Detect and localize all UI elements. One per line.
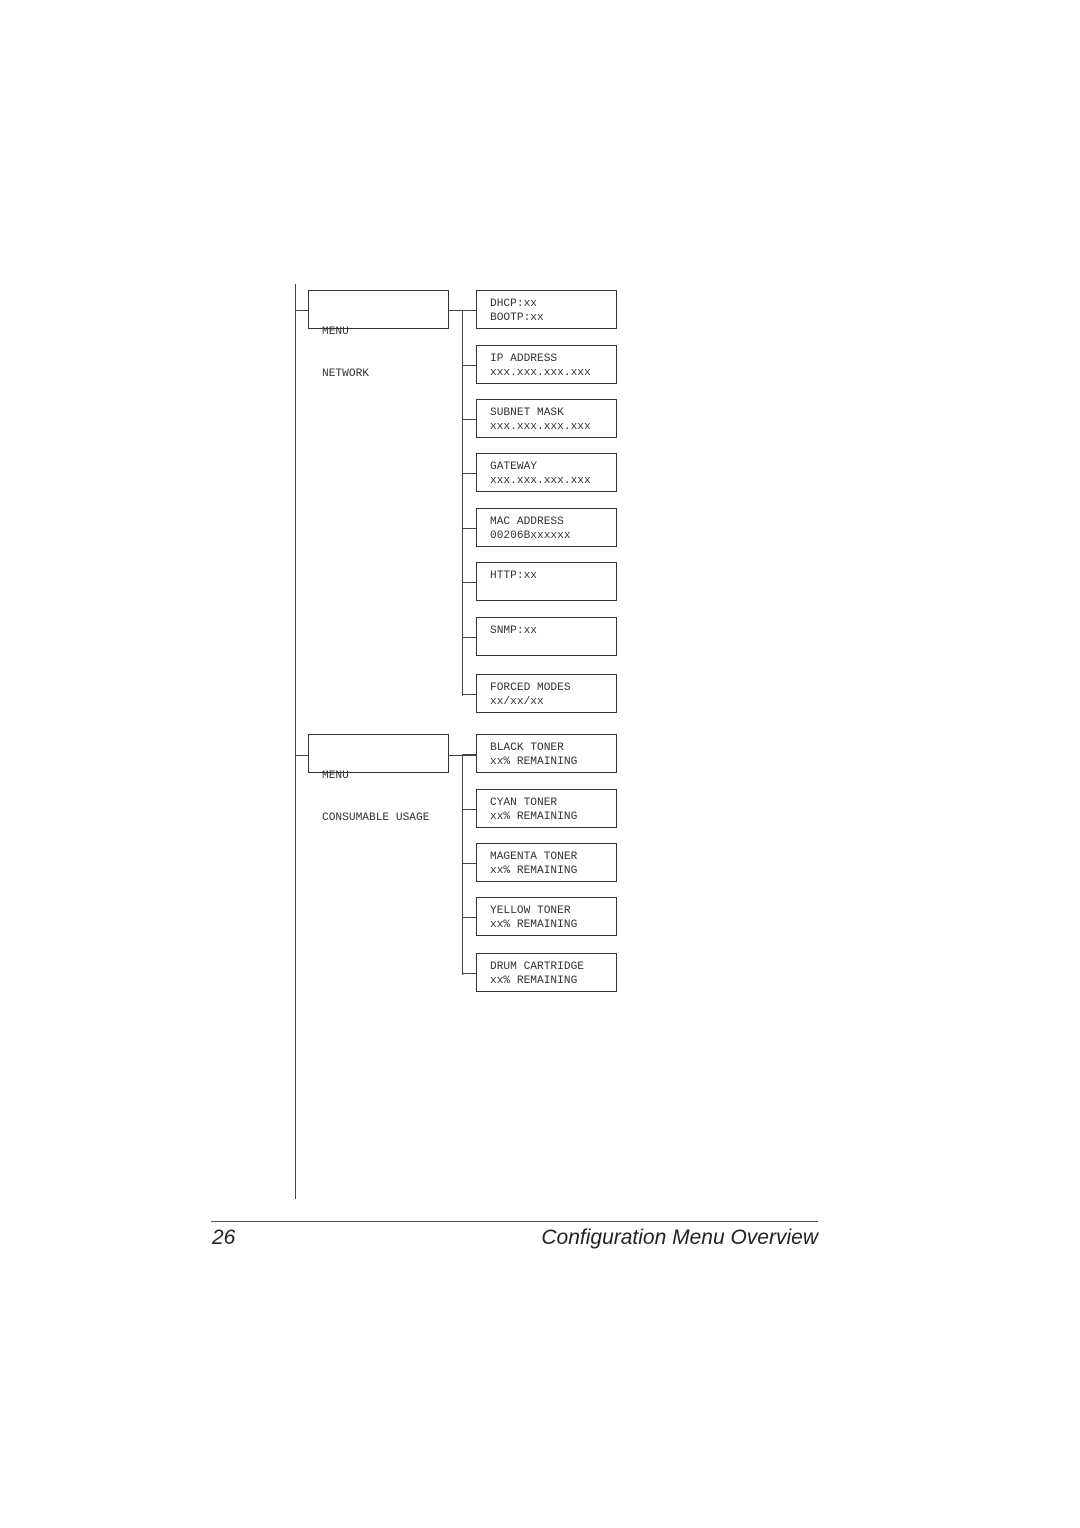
consumable-item-box: CYAN TONER xx% REMAINING: [476, 789, 617, 828]
connector-network: [295, 310, 308, 311]
item-value: xx% REMAINING: [490, 756, 578, 768]
item-value: xx% REMAINING: [490, 919, 578, 931]
item-label: DHCP:xx: [490, 298, 537, 310]
tree-trunk-line: [295, 284, 296, 1199]
consumable-item-connector: [462, 809, 476, 810]
item-label: SNMP:xx: [490, 625, 537, 637]
consumable-item-connector: [462, 754, 476, 755]
footer-rule: [211, 1221, 818, 1222]
menu-label: MENU: [322, 770, 349, 782]
consumable-item-box: BLACK TONER xx% REMAINING: [476, 734, 617, 773]
network-item-box: SUBNET MASK xxx.xxx.xxx.xxx: [476, 399, 617, 438]
item-value: xx% REMAINING: [490, 975, 578, 987]
network-item-connector: [462, 310, 476, 311]
menu-network-box: MENU NETWORK: [308, 290, 449, 380]
connector-consumable: [295, 755, 308, 756]
consumable-item-connector: [462, 917, 476, 918]
item-value: BOOTP:xx: [490, 312, 544, 324]
item-value: xxx.xxx.xxx.xxx: [490, 367, 591, 379]
item-value: xx/xx/xx: [490, 696, 544, 708]
item-label: YELLOW TONER: [490, 905, 571, 917]
menu-label: MENU: [322, 326, 349, 338]
network-item-connector: [462, 419, 476, 420]
consumable-item-box: MAGENTA TONER xx% REMAINING: [476, 843, 617, 882]
consumable-item-connector: [462, 973, 476, 974]
item-label: CYAN TONER: [490, 797, 558, 809]
item-value: 00206Bxxxxxx: [490, 530, 571, 542]
item-label: HTTP:xx: [490, 570, 537, 582]
network-item-connector: [462, 528, 476, 529]
consumable-item-box: DRUM CARTRIDGE xx% REMAINING: [476, 953, 617, 992]
network-item-connector: [462, 637, 476, 638]
network-item-box: GATEWAY xxx.xxx.xxx.xxx: [476, 453, 617, 492]
network-item-box: FORCED MODES xx/xx/xx: [476, 674, 617, 713]
network-item-box: IP ADDRESS xxx.xxx.xxx.xxx: [476, 345, 617, 384]
item-label: SUBNET MASK: [490, 407, 564, 419]
network-item-box: MAC ADDRESS 00206Bxxxxxx: [476, 508, 617, 547]
network-item-box: SNMP:xx: [476, 617, 617, 656]
network-item-connector: [462, 582, 476, 583]
network-item-connector: [462, 473, 476, 474]
item-label: GATEWAY: [490, 461, 537, 473]
item-label: DRUM CARTRIDGE: [490, 961, 584, 973]
consumable-item-box: YELLOW TONER xx% REMAINING: [476, 897, 617, 936]
item-label: MAGENTA TONER: [490, 851, 578, 863]
menu-name: CONSUMABLE USAGE: [322, 812, 430, 824]
item-value: xx% REMAINING: [490, 865, 578, 877]
item-value: xx% REMAINING: [490, 811, 578, 823]
network-item-connector: [462, 365, 476, 366]
menu-name: NETWORK: [322, 368, 369, 380]
page-number: 26: [212, 1226, 236, 1249]
item-label: IP ADDRESS: [490, 353, 558, 365]
item-value: xxx.xxx.xxx.xxx: [490, 421, 591, 433]
item-value: xxx.xxx.xxx.xxx: [490, 475, 591, 487]
section-title: Configuration Menu Overview: [541, 1226, 818, 1249]
item-label: BLACK TONER: [490, 742, 564, 754]
menu-consumable-usage-box: MENU CONSUMABLE USAGE: [308, 734, 449, 824]
network-branch-line: [462, 310, 463, 696]
item-label: FORCED MODES: [490, 682, 571, 694]
consumable-item-connector: [462, 863, 476, 864]
consumable-branch-line: [462, 755, 463, 975]
item-label: MAC ADDRESS: [490, 516, 564, 528]
network-item-box: HTTP:xx: [476, 562, 617, 601]
network-item-box: DHCP:xx BOOTP:xx: [476, 290, 617, 329]
network-item-connector: [462, 694, 476, 695]
